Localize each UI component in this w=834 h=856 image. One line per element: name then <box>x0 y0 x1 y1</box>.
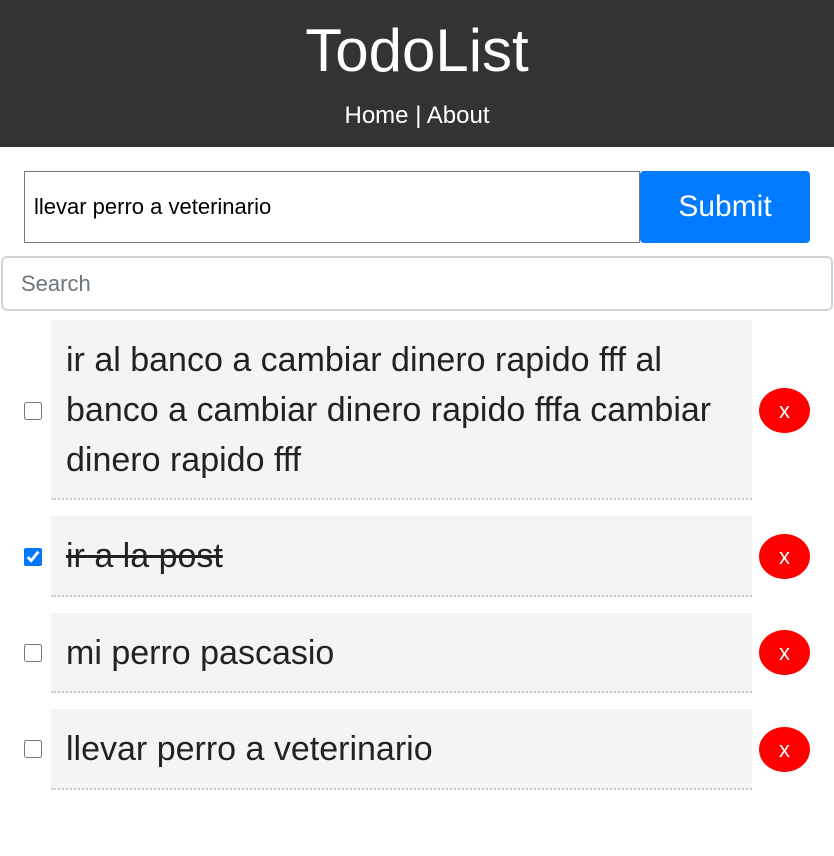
todo-text[interactable]: ir al banco a cambiar dinero rapido fff … <box>51 320 752 500</box>
delete-button[interactable]: x <box>759 534 810 579</box>
todo-checkbox[interactable] <box>24 402 42 420</box>
todo-text[interactable]: ir a la post <box>51 516 752 597</box>
nav-link-home[interactable]: Home <box>345 102 409 129</box>
todo-text[interactable]: mi perro pascasio <box>51 613 752 693</box>
todo-text[interactable]: llevar perro a veterinario <box>51 709 752 790</box>
submit-button[interactable]: Submit <box>640 171 810 243</box>
delete-button[interactable]: x <box>759 630 810 675</box>
nav-bar: Home | About <box>0 100 834 132</box>
app-title: TodoList <box>305 17 529 84</box>
todo-item: ir al banco a cambiar dinero rapido fff … <box>0 320 834 500</box>
delete-button[interactable]: x <box>759 727 810 772</box>
todo-checkbox[interactable] <box>24 548 42 566</box>
todo-item: llevar perro a veterinario x <box>0 709 834 790</box>
app-header: TodoList Home | About <box>0 0 834 147</box>
todo-item: mi perro pascasio x <box>0 613 834 693</box>
nav-link-about[interactable]: About <box>427 102 490 129</box>
nav-separator: | <box>408 102 427 129</box>
delete-button[interactable]: x <box>759 388 810 433</box>
new-todo-input[interactable] <box>24 171 640 243</box>
todo-checkbox[interactable] <box>24 644 42 662</box>
todo-checkbox[interactable] <box>24 740 42 758</box>
search-input[interactable] <box>1 256 833 311</box>
todo-item: ir a la post x <box>0 516 834 597</box>
